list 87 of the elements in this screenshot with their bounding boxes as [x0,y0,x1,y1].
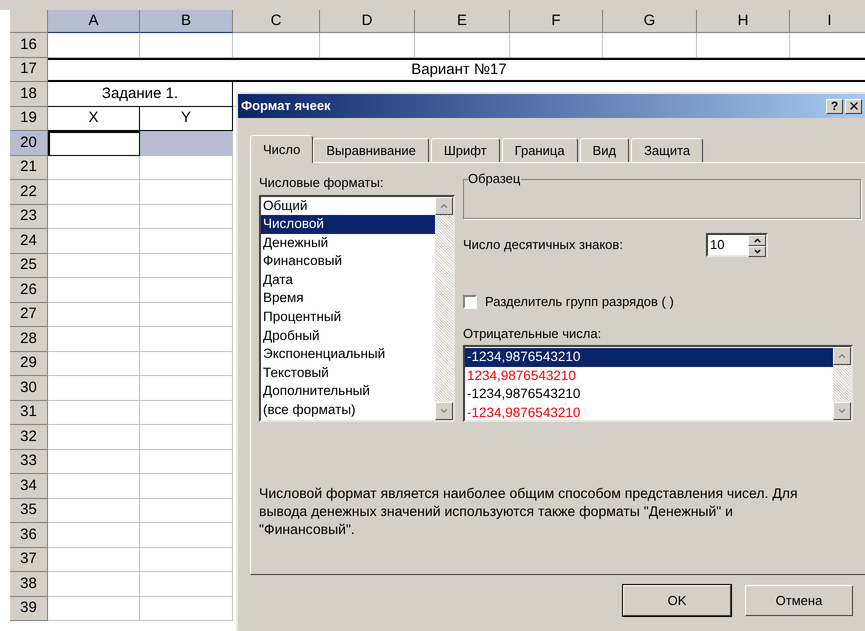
row-header[interactable]: 37 [10,548,48,572]
row-header[interactable]: 20 [10,131,48,156]
column-header[interactable]: C [233,10,320,33]
column-header[interactable]: G [603,10,697,33]
row-header[interactable]: 39 [10,596,48,621]
negatives-label: Отрицательные числа: [463,324,602,343]
window-title: Формат ячеек [241,97,332,116]
row-header[interactable]: 29 [10,352,48,376]
row-header[interactable]: 27 [10,302,48,327]
column-header[interactable]: B [140,10,233,33]
list-item[interactable]: Дробный [261,326,435,346]
row-header[interactable]: 17 [10,58,48,82]
list-item[interactable]: Общий [261,196,435,216]
row-header[interactable]: 19 [10,106,48,131]
row-header[interactable]: 30 [10,376,48,400]
column-header[interactable]: H [697,10,790,33]
row-header[interactable]: 34 [10,474,48,498]
scroll-up-button[interactable] [435,196,453,214]
row-header[interactable]: 31 [10,400,48,425]
list-item[interactable]: (все форматы) [261,401,435,420]
list-item[interactable]: Дата [261,270,435,290]
row-header[interactable]: 18 [10,82,48,106]
column-header[interactable]: D [320,10,415,33]
list-item[interactable]: Дополнительный [261,382,435,402]
formats-label: Числовые форматы: [259,174,384,192]
scroll-down-button[interactable] [435,402,453,420]
list-item[interactable]: -1234,9876543210 [465,348,833,366]
format-description: Числовой формат является наиболее общим способом представления чисел. Для вывода денежных значений используются также форматы "Денежный" и "Финансовый". [259,484,799,538]
arrow-down-icon [752,247,762,256]
row-header[interactable]: 25 [10,254,48,278]
column-header[interactable]: E [415,10,510,33]
sample-label: Образец [468,171,522,187]
list-item[interactable]: Финансовый [261,252,435,271]
spin-up-button[interactable] [748,235,766,246]
formats-list[interactable]: Общий Числовой Денежный Финансовый Дата Время Процентный Дробный Экспоненциальный Текстовый Дополнительный (все форматы) [259,194,455,422]
tab[interactable]: Граница [502,138,578,162]
arrow-up-icon [752,236,762,245]
select-all-corner[interactable] [10,10,48,33]
row-header[interactable]: 26 [10,278,48,302]
column-header[interactable]: F [510,10,603,33]
row-header[interactable]: 16 [10,33,48,58]
row-header[interactable]: 32 [10,425,48,450]
tab[interactable]: Вид [580,138,630,162]
decimals-value: 10 [709,236,726,254]
checkbox-label: Разделитель групп разрядов ( ) [485,293,674,311]
row-header[interactable]: 36 [10,523,48,548]
list-item[interactable]: 1234,9876543210 [465,366,833,385]
row-header[interactable]: 21 [10,156,48,180]
merged-cell: Вариант №17 [48,58,865,82]
row-header[interactable]: 38 [10,572,48,596]
dialog-button[interactable]: Отмена [745,585,853,616]
scroll-down-button[interactable] [833,402,851,420]
list-item[interactable]: Числовой [261,215,435,234]
column-header[interactable]: A [48,10,140,33]
row-header[interactable]: 24 [10,229,48,254]
row-header[interactable]: 35 [10,498,48,523]
table-cell: X [48,106,140,131]
tab[interactable]: Защита [631,138,704,162]
tab[interactable]: Выравнивание [313,138,429,162]
decimals-label: Число десятичных знаков: [463,236,624,254]
table-cell: Y [140,106,233,131]
list-item[interactable]: Процентный [261,308,435,327]
dialog-button[interactable]: OK [623,585,731,616]
row-header[interactable]: 28 [10,327,48,352]
decimals-spinner[interactable]: 10 [706,233,768,257]
list-item[interactable]: -1234,9876543210 [465,404,833,422]
arrow-up-icon [837,351,847,361]
spin-down-button[interactable] [748,246,766,257]
checkbox[interactable] [463,294,477,309]
tab[interactable]: Шрифт [430,138,500,162]
close-icon [848,100,860,112]
row-header[interactable]: 22 [10,180,48,204]
negatives-list[interactable]: -1234,9876543210 1234,9876543210 -1234,9876543210 -1234,9876543210 [463,345,853,422]
list-item[interactable]: Экспоненциальный [261,345,435,364]
close-button[interactable] [845,98,862,114]
help-button[interactable]: ? [826,98,843,114]
arrow-down-icon [837,406,847,416]
row-header[interactable]: 23 [10,204,48,229]
tab[interactable]: Число [250,135,314,163]
row-header[interactable]: 33 [10,450,48,474]
list-item[interactable]: Текстовый [261,364,435,382]
scroll-up-button[interactable] [833,347,851,365]
merged-cell: Задание 1. [48,82,233,106]
column-header[interactable]: I [790,10,865,33]
list-item[interactable]: Денежный [261,234,435,252]
list-item[interactable]: Время [261,289,435,308]
list-item[interactable]: -1234,9876543210 [465,385,833,404]
